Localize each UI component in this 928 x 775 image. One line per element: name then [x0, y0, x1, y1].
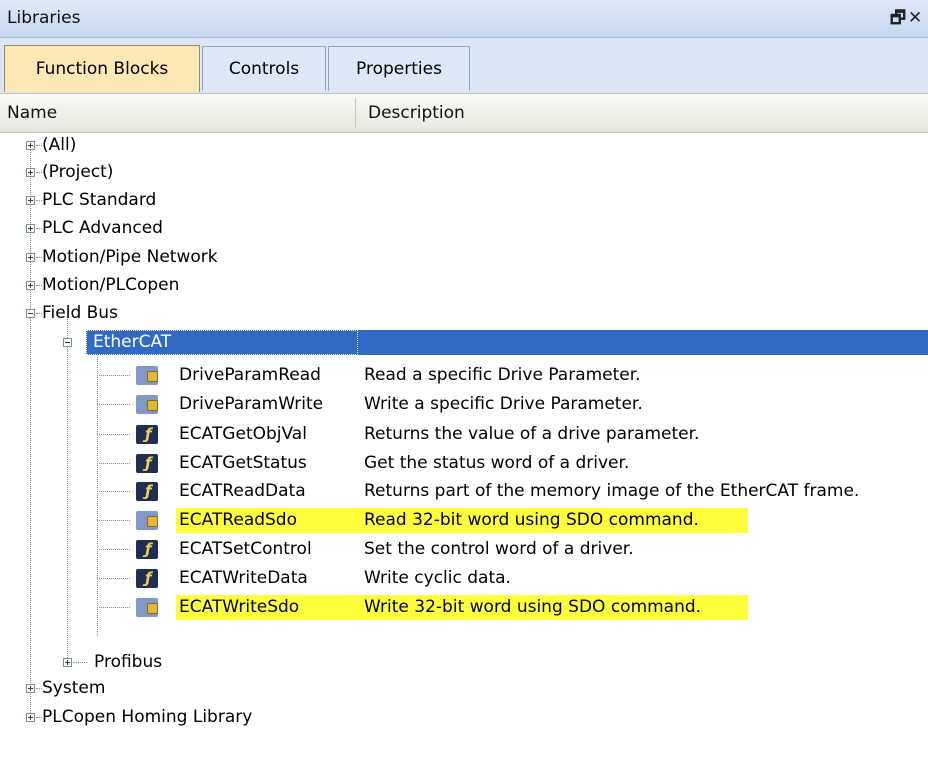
expand-toggle-icon[interactable]	[26, 281, 35, 290]
tree-node-plcopen-homing-library[interactable]: PLCopen Homing Library	[42, 705, 252, 729]
function-block-description: Write a specific Drive Parameter.	[364, 394, 643, 414]
tree-node-plc-advanced[interactable]: PLC Advanced	[42, 216, 163, 240]
function-block-icon	[136, 482, 158, 501]
function-block-description: Write cyclic data.	[364, 568, 511, 588]
function-block-description: Get the status word of a driver.	[364, 453, 630, 473]
function-block-item[interactable]: DriveParamRead	[179, 363, 321, 387]
tree-node-project[interactable]: (Project)	[42, 160, 113, 184]
sdo-block-icon	[136, 366, 158, 385]
tree-line	[97, 375, 130, 376]
tree-line	[97, 549, 130, 550]
tree-line	[97, 578, 130, 579]
function-block-description: Set the control word of a driver.	[364, 539, 634, 559]
tree-node-all[interactable]: (All)	[42, 133, 76, 157]
column-header-description[interactable]: Description	[368, 94, 465, 132]
tree-node-motion-pipe-network[interactable]: Motion/Pipe Network	[42, 245, 218, 269]
function-block-icon	[136, 540, 158, 559]
function-block-icon	[136, 569, 158, 588]
function-block-item[interactable]: ECATReadSdo	[179, 508, 297, 532]
function-block-icon	[136, 425, 158, 444]
function-block-description: Read a specific Drive Parameter.	[364, 365, 641, 385]
tree-line	[97, 348, 98, 636]
tree-line	[97, 607, 130, 608]
function-block-item[interactable]: ECATWriteSdo	[179, 595, 299, 619]
function-block-item[interactable]: ECATWriteData	[179, 566, 308, 590]
tree-line	[73, 662, 87, 663]
tree-node-system[interactable]: System	[42, 676, 105, 700]
expand-toggle-icon[interactable]	[26, 713, 35, 722]
function-block-icon	[136, 454, 158, 473]
tree-line	[97, 434, 130, 435]
function-block-description: Read 32-bit word using SDO command.	[364, 510, 699, 530]
tab-properties[interactable]: Properties	[328, 46, 470, 91]
function-block-item[interactable]: ECATGetStatus	[179, 451, 307, 475]
panel-titlebar: Libraries 🗗 ✕	[0, 0, 928, 38]
tree-node-ethercat[interactable]: EtherCAT	[93, 330, 171, 354]
tree-node-motion-plcopen[interactable]: Motion/PLCopen	[42, 273, 179, 297]
tree-line	[97, 404, 130, 405]
collapse-toggle-icon[interactable]	[26, 309, 35, 318]
sdo-block-icon	[136, 395, 158, 414]
column-header-name[interactable]: Name	[7, 94, 57, 132]
panel-title: Libraries	[7, 8, 81, 28]
function-block-description: Returns part of the memory image of the …	[364, 481, 860, 501]
library-tree: (All) (Project) PLC Standard PLC Advance…	[0, 133, 928, 775]
tree-node-profibus[interactable]: Profibus	[94, 650, 162, 674]
tree-line	[97, 491, 130, 492]
tree-node-field-bus[interactable]: Field Bus	[42, 301, 118, 325]
tree-line	[97, 520, 130, 521]
tab-controls[interactable]: Controls	[202, 46, 326, 91]
sdo-block-icon	[136, 511, 158, 530]
function-block-item[interactable]: ECATSetControl	[179, 537, 312, 561]
column-headers: Name Description	[0, 93, 928, 133]
function-block-item[interactable]: ECATGetObjVal	[179, 422, 307, 446]
function-block-description: Write 32-bit word using SDO command.	[364, 597, 702, 617]
expand-toggle-icon[interactable]	[26, 224, 35, 233]
libraries-panel: Libraries 🗗 ✕ Function Blocks Controls P…	[0, 0, 928, 775]
close-icon[interactable]: ✕	[908, 8, 922, 28]
expand-toggle-icon[interactable]	[63, 658, 72, 667]
tree-line	[97, 463, 130, 464]
column-divider[interactable]	[355, 98, 356, 128]
float-window-icon[interactable]: 🗗	[890, 8, 906, 28]
sdo-block-icon	[136, 598, 158, 617]
tree-node-plc-standard[interactable]: PLC Standard	[42, 188, 156, 212]
collapse-toggle-icon[interactable]	[63, 338, 72, 347]
function-block-description: Returns the value of a drive parameter.	[364, 424, 700, 444]
function-block-item[interactable]: ECATReadData	[179, 479, 306, 503]
tree-line	[67, 313, 68, 662]
expand-toggle-icon[interactable]	[26, 684, 35, 693]
expand-toggle-icon[interactable]	[26, 253, 35, 262]
tab-strip: Function Blocks Controls Properties	[0, 38, 928, 93]
expand-toggle-icon[interactable]	[26, 168, 35, 177]
expand-toggle-icon[interactable]	[26, 141, 35, 150]
function-block-item[interactable]: DriveParamWrite	[179, 392, 323, 416]
expand-toggle-icon[interactable]	[26, 196, 35, 205]
tab-function-blocks[interactable]: Function Blocks	[4, 45, 200, 92]
